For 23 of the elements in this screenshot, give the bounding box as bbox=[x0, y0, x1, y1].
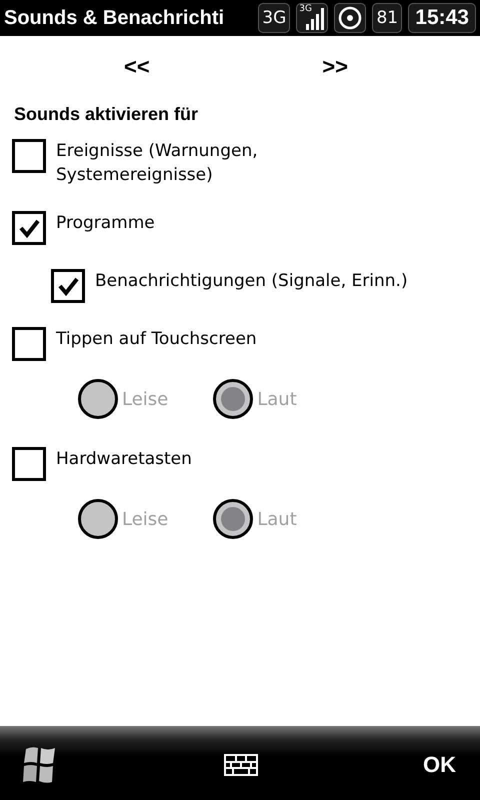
checkbox[interactable] bbox=[12, 327, 46, 361]
check-icon bbox=[57, 275, 79, 297]
next-link[interactable]: >> bbox=[322, 54, 348, 80]
clock: 15:43 bbox=[408, 3, 476, 33]
checkbox-label[interactable]: Hardwaretasten bbox=[56, 447, 192, 471]
checkbox-label[interactable]: Tippen auf Touchscreen bbox=[56, 327, 257, 351]
ok-softkey[interactable]: OK bbox=[423, 752, 456, 778]
checkbox-label[interactable]: Benachrichtigungen (Signale, Erinn.) bbox=[95, 269, 408, 293]
checkbox-label[interactable]: Programme bbox=[56, 211, 155, 235]
network-indicator: 3G bbox=[258, 3, 290, 33]
previous-link[interactable]: << bbox=[124, 54, 150, 80]
section-heading: Sounds aktivieren für bbox=[13, 103, 200, 125]
checkbox[interactable] bbox=[51, 269, 85, 303]
checkbox-label[interactable]: Ereignisse (Warnungen, Systemereignisse) bbox=[56, 139, 296, 187]
check-icon bbox=[18, 217, 40, 239]
checkbox[interactable] bbox=[12, 447, 46, 481]
keyboard-icon[interactable] bbox=[224, 754, 258, 776]
checkbox[interactable] bbox=[12, 139, 46, 173]
window-title: Sounds & Benachrichti bbox=[4, 6, 226, 30]
signal-indicator: 3G bbox=[296, 3, 328, 33]
checkbox[interactable] bbox=[12, 211, 46, 245]
windows-flag-icon[interactable] bbox=[22, 745, 58, 785]
battery-indicator: 81 bbox=[372, 3, 402, 33]
